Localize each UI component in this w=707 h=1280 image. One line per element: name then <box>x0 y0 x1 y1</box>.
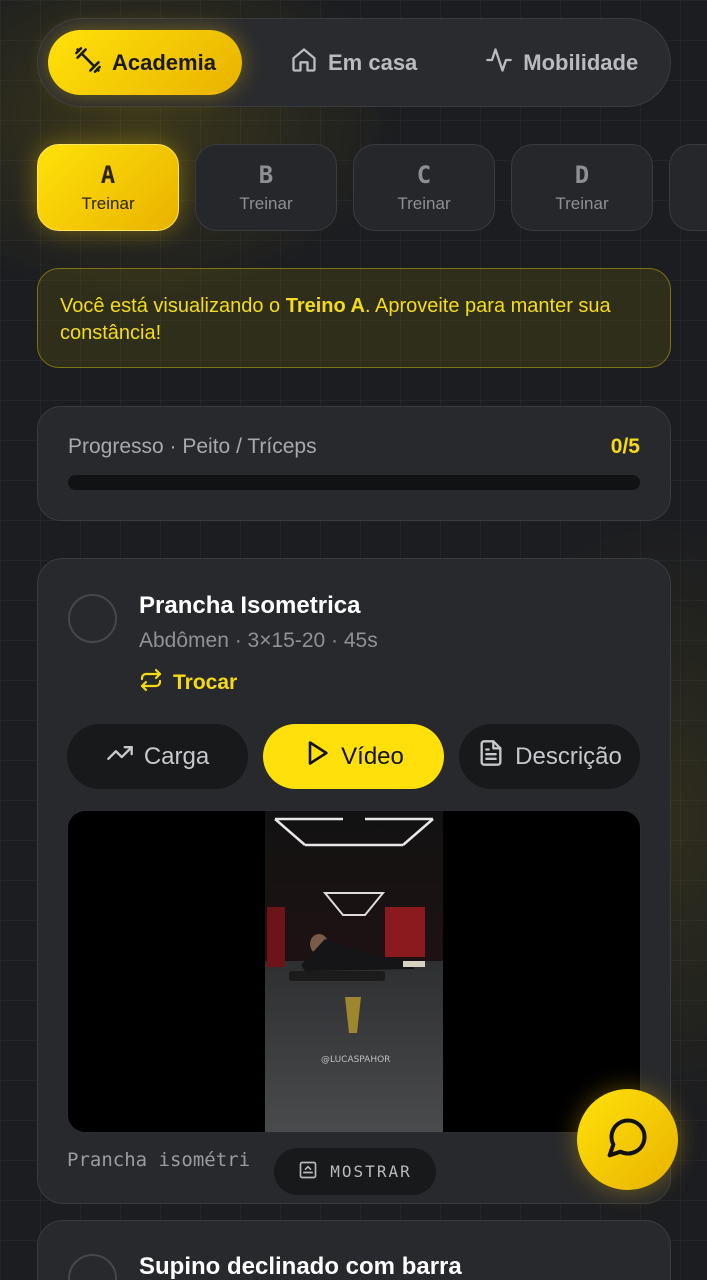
carga-label: Carga <box>143 742 210 770</box>
descricao-label: Descrição <box>515 742 622 770</box>
workout-letter: D <box>574 160 590 189</box>
exercise-actions: Carga Vídeo Descrição <box>67 724 640 789</box>
mode-academia-button[interactable]: Academia <box>48 30 242 95</box>
swap-icon <box>139 668 163 698</box>
video-caption: Prancha isométri <box>67 1149 251 1171</box>
descricao-button[interactable]: Descrição <box>459 724 640 789</box>
workout-letter: C <box>416 160 432 189</box>
exercise-meta: Abdômen · 3×15-20 · 45s <box>139 629 378 652</box>
mode-em-casa-button[interactable]: Em casa <box>290 30 417 95</box>
mode-mobilidade-button[interactable]: Mobilidade <box>485 30 638 95</box>
workout-b-button[interactable]: B Treinar <box>195 144 337 231</box>
workout-selector: A Treinar B Treinar C Treinar D Treinar <box>37 144 707 231</box>
exercise-title: Supino declinado com barra <box>139 1253 462 1280</box>
workout-next-button[interactable] <box>669 144 707 231</box>
banner-prefix: Você está visualizando o <box>60 295 286 317</box>
trending-up-icon <box>106 739 134 774</box>
exercise-video-player[interactable]: @LUCASPAHOR <box>67 810 641 1133</box>
banner-highlight: Treino A <box>285 295 365 317</box>
exercise-card: Prancha Isometrica Abdômen · 3×15-20 · 4… <box>37 558 671 1204</box>
video-watermark: @LUCASPAHOR <box>321 1055 391 1065</box>
progress-card: Progresso · Peito / Tríceps 0/5 <box>37 406 671 521</box>
progress-bar <box>68 475 640 490</box>
video-thumbnail <box>265 811 443 1132</box>
workout-c-button[interactable]: C Treinar <box>353 144 495 231</box>
exercise-card: Supino declinado com barra <box>37 1220 671 1280</box>
video-button[interactable]: Vídeo <box>263 724 444 789</box>
document-icon <box>477 739 505 774</box>
home-icon <box>290 46 318 80</box>
expand-icon <box>298 1160 318 1184</box>
chat-bubble-icon <box>606 1115 650 1164</box>
workout-d-button[interactable]: D Treinar <box>511 144 653 231</box>
mode-mobilidade-label: Mobilidade <box>523 49 639 75</box>
workout-label: Treinar <box>81 193 135 213</box>
progress-label: Progresso · Peito / Tríceps <box>68 435 317 458</box>
exercise-complete-checkbox[interactable] <box>68 594 117 643</box>
exercise-complete-checkbox[interactable] <box>68 1254 117 1280</box>
show-more-button[interactable]: MOSTRAR <box>274 1148 436 1195</box>
chat-button[interactable] <box>577 1089 678 1190</box>
carga-button[interactable]: Carga <box>67 724 248 789</box>
exercise-title: Prancha Isometrica <box>139 592 361 619</box>
swap-exercise-button[interactable]: Trocar <box>139 668 237 698</box>
workout-label: Treinar <box>555 193 609 213</box>
mode-em-casa-label: Em casa <box>328 49 418 75</box>
training-mode-nav: Academia Em casa Mobilidade <box>37 18 671 107</box>
workout-label: Treinar <box>239 193 293 213</box>
dumbbell-icon <box>74 46 102 80</box>
swap-label: Trocar <box>173 671 238 694</box>
progress-count: 0/5 <box>610 435 640 458</box>
activity-icon <box>485 46 513 80</box>
workout-letter: A <box>100 160 116 189</box>
show-more-label: MOSTRAR <box>330 1162 412 1181</box>
video-label: Vídeo <box>341 742 404 770</box>
workout-label: Treinar <box>397 193 451 213</box>
play-icon <box>303 739 331 774</box>
workout-letter: B <box>258 160 274 189</box>
info-banner: Você está visualizando o Treino A. Aprov… <box>37 268 671 368</box>
workout-a-button[interactable]: A Treinar <box>37 144 179 231</box>
mode-academia-label: Academia <box>112 49 216 75</box>
